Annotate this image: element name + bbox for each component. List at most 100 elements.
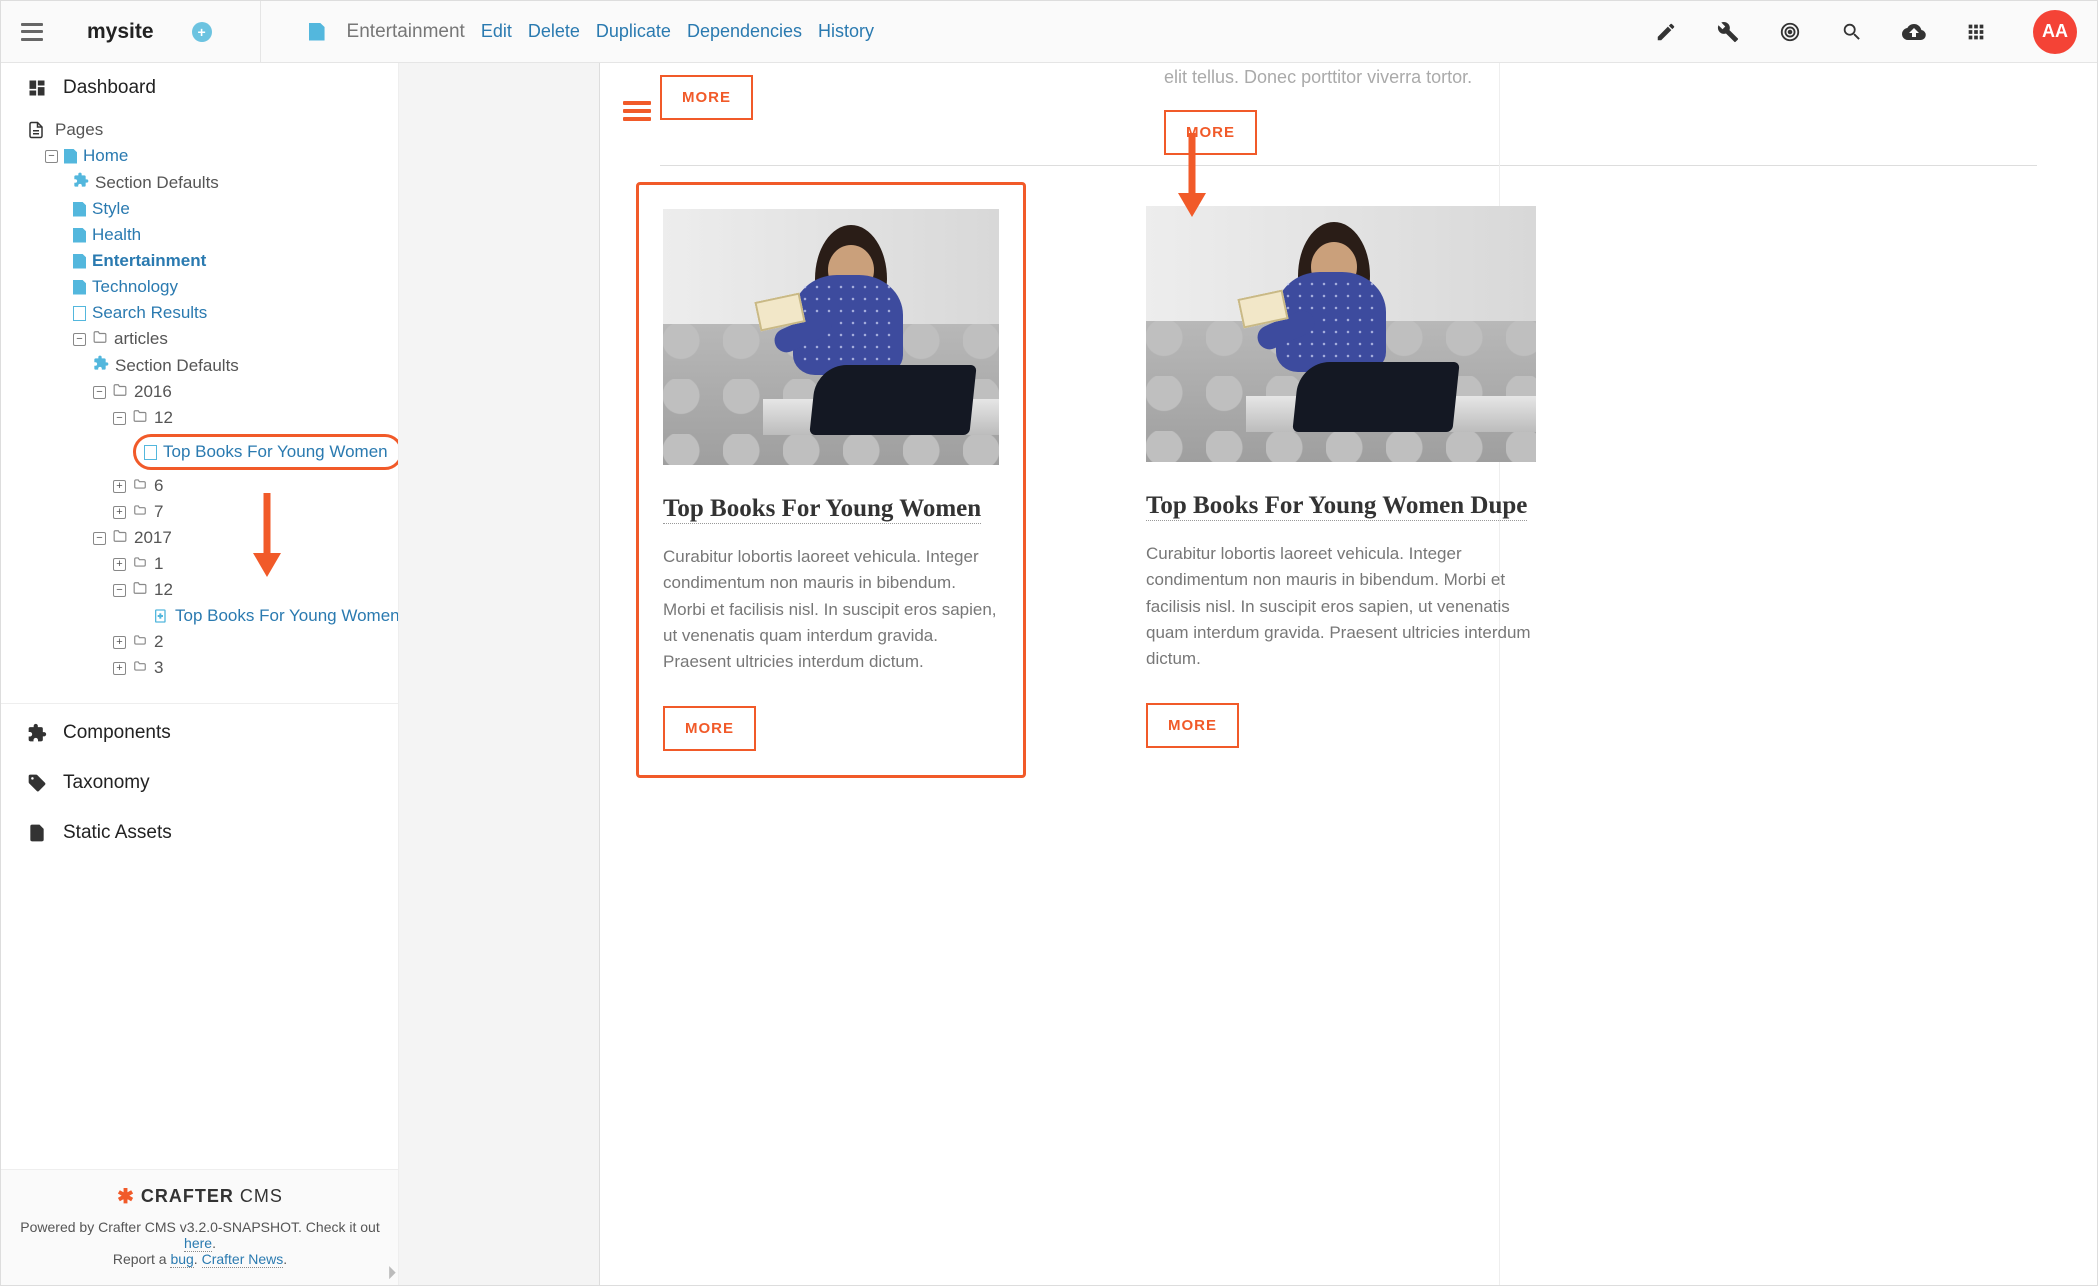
page-icon (73, 202, 86, 217)
tree-2017-1[interactable]: + 1 (27, 551, 390, 577)
search-icon[interactable] (1839, 19, 1865, 45)
nav-taxonomy[interactable]: Taxonomy (1, 758, 398, 808)
nav-dashboard[interactable]: Dashboard (1, 63, 398, 113)
edit-link[interactable]: Edit (481, 21, 512, 42)
header-left: mysite + Entertainment Edit Delete Dupli… (21, 1, 874, 63)
tags-icon (27, 773, 49, 793)
tree-2016-7[interactable]: + 7 (27, 499, 390, 525)
nav-static-assets[interactable]: Static Assets (1, 808, 398, 858)
target-icon[interactable] (1777, 19, 1803, 45)
expand-icon[interactable]: + (113, 662, 126, 675)
tree-2016[interactable]: − 2016 (27, 379, 390, 405)
tree-label: Top Books For Young Women (175, 606, 399, 626)
folder-icon (132, 476, 148, 496)
user-avatar[interactable]: AA (2033, 10, 2077, 54)
sidebar-footer: ✱ CRAFTERCMS Powered by Crafter CMS v3.2… (1, 1169, 399, 1285)
wrench-icon[interactable] (1715, 19, 1741, 45)
article-title[interactable]: Top Books For Young Women Dupe (1146, 492, 1527, 521)
expand-icon[interactable]: + (113, 480, 126, 493)
tree-search-results[interactable]: Search Results (27, 300, 390, 326)
tree-home[interactable]: − Home (27, 143, 390, 169)
more-button[interactable]: MORE (1146, 703, 1239, 748)
footer-line2: Report a bug. Crafter News. (11, 1251, 389, 1267)
collapse-icon[interactable]: − (113, 412, 126, 425)
dashboard-icon (27, 78, 49, 98)
article-title[interactable]: Top Books For Young Women (663, 495, 981, 524)
tree-label: Entertainment (92, 251, 206, 271)
tree-2016-6[interactable]: + 6 (27, 473, 390, 499)
collapse-icon[interactable]: − (93, 386, 106, 399)
sidebar-bottom: Components Taxonomy Static Assets (1, 703, 398, 858)
tree-top-books-2017[interactable]: Top Books For Young Women (27, 603, 390, 629)
tree-technology[interactable]: Technology (27, 274, 390, 300)
pencil-icon[interactable] (1653, 19, 1679, 45)
tree-articles[interactable]: − articles (27, 326, 390, 352)
folder-icon (132, 554, 148, 574)
article-image (663, 209, 999, 465)
tree-health[interactable]: Health (27, 222, 390, 248)
apps-grid-icon[interactable] (1963, 19, 1989, 45)
crafter-logo: ✱ CRAFTERCMS (11, 1184, 389, 1209)
image-file-icon (27, 823, 49, 843)
tree-label: 2 (154, 632, 163, 652)
card-row: Top Books For Young Women Curabitur lobo… (600, 206, 2097, 804)
tree-label: Health (92, 225, 141, 245)
tree-label: Home (83, 146, 128, 166)
gear-icon: ✱ (117, 1184, 135, 1209)
page-outline-icon (73, 306, 86, 321)
footer-here-link[interactable]: here (184, 1235, 212, 1252)
folder-open-icon (112, 382, 128, 402)
tree-section-defaults[interactable]: Section Defaults (27, 169, 390, 196)
tree-pages-root[interactable]: Pages (27, 117, 390, 143)
expand-icon[interactable]: + (113, 506, 126, 519)
folder-open-icon (132, 580, 148, 600)
article-excerpt: Curabitur lobortis laoreet vehicula. Int… (1146, 541, 1536, 673)
folder-open-icon (112, 528, 128, 548)
tree-articles-section-defaults[interactable]: Section Defaults (27, 352, 390, 379)
expand-icon[interactable]: + (113, 558, 126, 571)
preview-panel: MORE elit tellus. Donec porttitor viverr… (399, 63, 2097, 1285)
tree-style[interactable]: Style (27, 196, 390, 222)
history-link[interactable]: History (818, 21, 874, 42)
duplicate-link[interactable]: Duplicate (596, 21, 671, 42)
add-site-icon[interactable]: + (192, 22, 212, 42)
tree-label: 12 (154, 408, 173, 428)
collapse-icon[interactable]: − (73, 333, 86, 346)
more-button[interactable]: MORE (1164, 110, 1257, 155)
delete-link[interactable]: Delete (528, 21, 580, 42)
tree-top-books-2016[interactable]: Top Books For Young Women (27, 431, 390, 473)
more-button[interactable]: MORE (663, 706, 756, 751)
article-card: Top Books For Young Women Dupe Curabitur… (1146, 206, 1536, 754)
footer-news-link[interactable]: Crafter News (202, 1251, 284, 1268)
collapse-icon[interactable]: − (113, 584, 126, 597)
tree-2017[interactable]: − 2017 (27, 525, 390, 551)
tree-2017-3[interactable]: + 3 (27, 655, 390, 681)
menu-icon[interactable] (21, 23, 43, 41)
resize-handle-icon[interactable]: ◢ (380, 1264, 396, 1280)
pages-tree: Pages − Home Section Defaults Style Heal… (1, 113, 398, 691)
highlight-circle: Top Books For Young Women (133, 434, 399, 470)
page-icon (309, 23, 325, 41)
tree-label: Top Books For Young Women (163, 442, 388, 462)
site-name: mysite (87, 20, 154, 44)
tree-entertainment[interactable]: Entertainment (27, 248, 390, 274)
folder-icon (132, 502, 148, 522)
footer-bug-link[interactable]: bug (170, 1251, 193, 1268)
dependencies-link[interactable]: Dependencies (687, 21, 802, 42)
cloud-upload-icon[interactable] (1901, 19, 1927, 45)
tree-2016-12[interactable]: − 12 (27, 405, 390, 431)
nav-components[interactable]: Components (1, 708, 398, 758)
page-outline-icon (144, 445, 157, 460)
tree-2017-12[interactable]: − 12 (27, 577, 390, 603)
sidebar: Dashboard Pages − Home Section Defaults … (1, 63, 399, 1285)
more-button[interactable]: MORE (660, 75, 753, 120)
annotation-arrow-icon (1184, 133, 1200, 223)
brand-text: CRAFTER (141, 1186, 234, 1207)
tree-2017-2[interactable]: + 2 (27, 629, 390, 655)
collapse-icon[interactable]: − (93, 532, 106, 545)
truncated-text: elit tellus. Donec porttitor viverra tor… (1164, 67, 2097, 106)
expand-icon[interactable]: + (113, 636, 126, 649)
puzzle-icon (27, 723, 49, 743)
collapse-icon[interactable]: − (45, 150, 58, 163)
preview-menu-icon[interactable] (623, 101, 651, 125)
